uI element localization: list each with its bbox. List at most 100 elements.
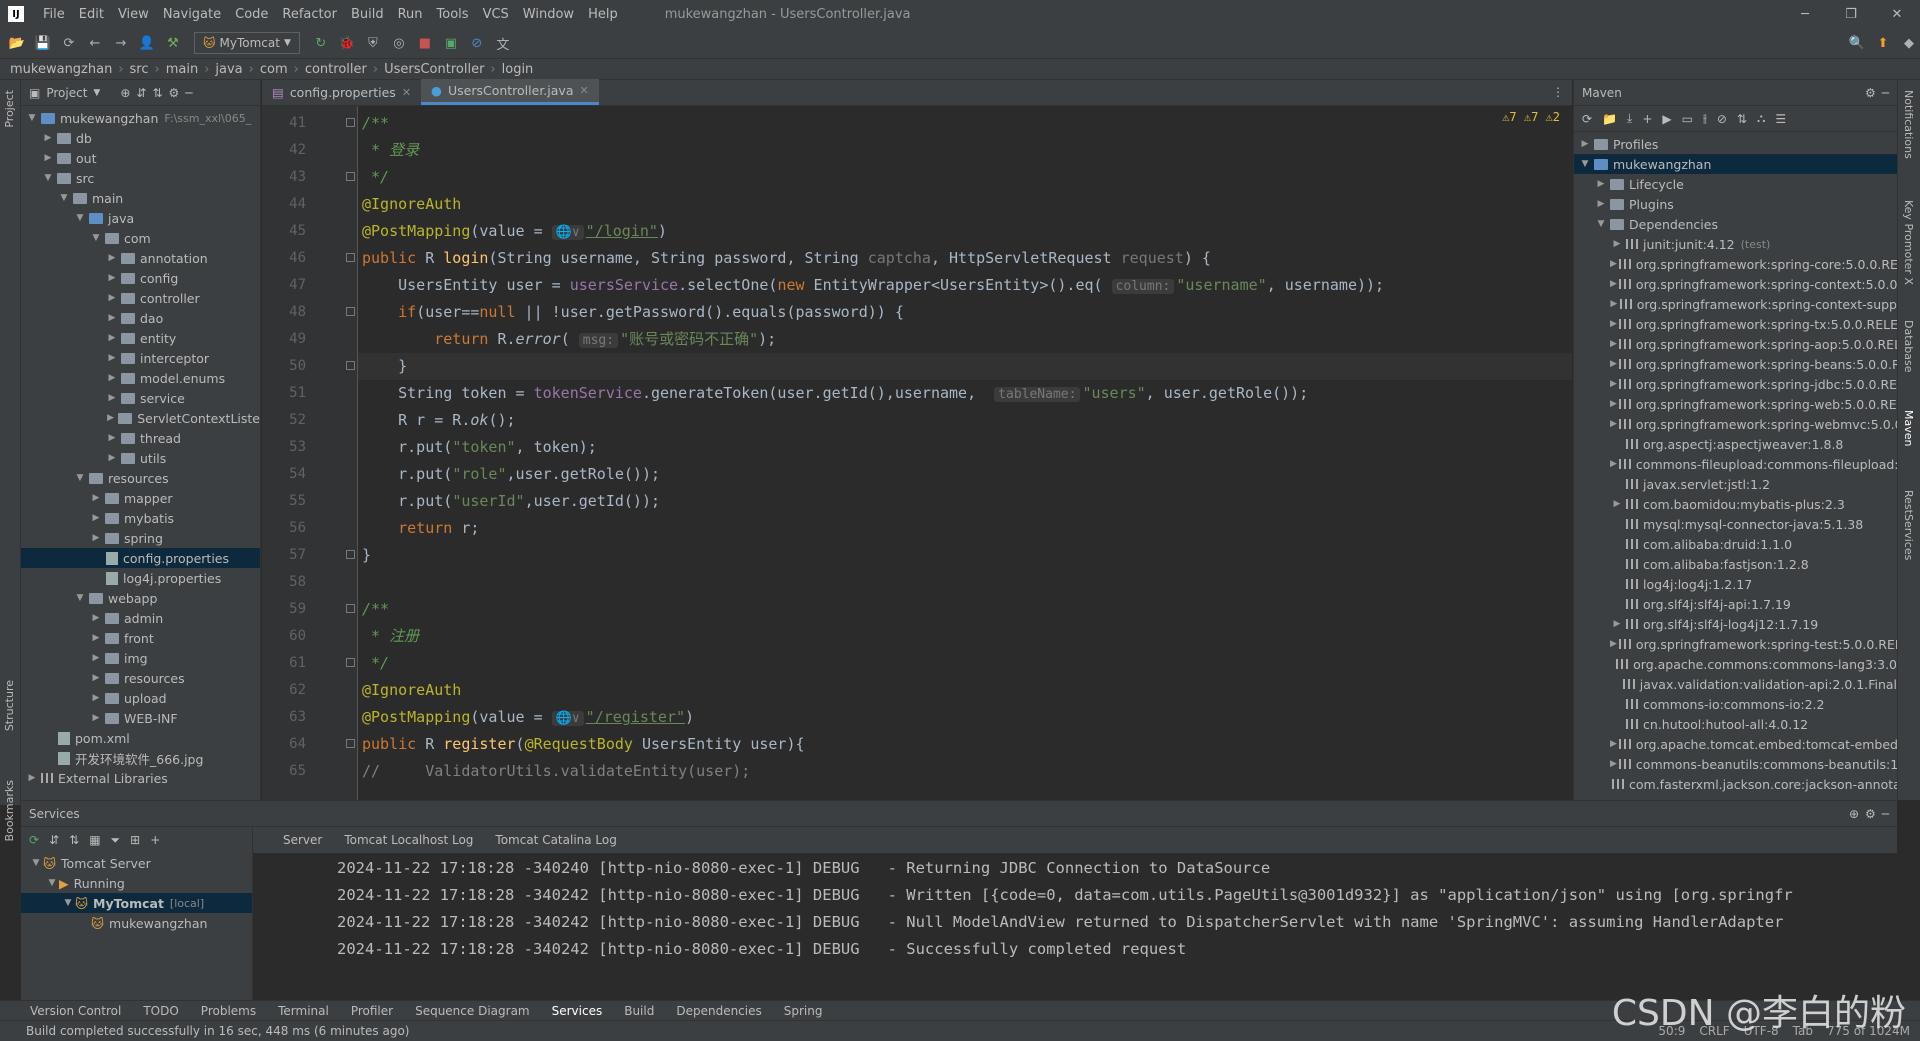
tree-node[interactable]: ▶ org.springframework:spring-beans:5.0.0.…	[1574, 354, 1897, 374]
code-line[interactable]: */	[362, 164, 389, 191]
server-log[interactable]: Server Tomcat Localhost Log Tomcat Catal…	[253, 827, 1897, 1000]
chevron-right-icon[interactable]: ▶	[1610, 239, 1624, 249]
tree-node[interactable]: ▼ com	[21, 228, 260, 248]
service-node[interactable]: ▼ 🐱 Tomcat Server	[21, 853, 252, 873]
menu-refactor[interactable]: Refactor	[275, 7, 344, 22]
plus-icon[interactable]: +	[1642, 112, 1652, 126]
tree-node[interactable]: ▶ Profiles	[1574, 134, 1897, 154]
chevron-right-icon[interactable]: ▶	[1594, 179, 1608, 189]
chevron-right-icon[interactable]: ▶	[89, 493, 103, 503]
gear-icon[interactable]: ⚙	[169, 86, 180, 100]
tree-node[interactable]: ▶ admin	[21, 608, 260, 628]
code-line[interactable]: public R register(@RequestBody UsersEnti…	[362, 731, 805, 758]
tree-node[interactable]: ▶ org.springframework:spring-context-supp	[1574, 294, 1897, 314]
tool-window-profiler[interactable]: Profiler	[351, 1004, 393, 1018]
code-line[interactable]: @IgnoreAuth	[362, 191, 461, 218]
fold-icon[interactable]	[346, 658, 355, 667]
chevron-down-icon[interactable]: ▼	[45, 878, 59, 888]
chevron-right-icon[interactable]: ▶	[1610, 339, 1617, 349]
menu-edit[interactable]: Edit	[72, 7, 111, 22]
tree-node[interactable]: ▶ org.springframework:spring-webmvc:5.0.0	[1574, 414, 1897, 434]
tab-tomcat-catalina-log[interactable]: Tomcat Catalina Log	[495, 833, 616, 847]
menu-help[interactable]: Help	[581, 7, 625, 22]
code-line[interactable]: /**	[362, 110, 389, 137]
menu-navigate[interactable]: Navigate	[156, 7, 228, 22]
tree-node[interactable]: ▶ resources	[21, 668, 260, 688]
update-icon[interactable]: ⬆	[1872, 32, 1894, 54]
code-line[interactable]: r.put("token", token);	[362, 434, 597, 461]
chevron-right-icon[interactable]: ▶	[1610, 459, 1617, 469]
tree-node[interactable]: ▶ controller	[21, 288, 260, 308]
restore-icon[interactable]: ❐	[1828, 7, 1874, 22]
tool-window-problems[interactable]: Problems	[201, 1004, 256, 1018]
run-icon[interactable]: ▶	[1662, 112, 1671, 126]
vcs-update-icon[interactable]: ▣	[440, 32, 462, 54]
breadcrumb-item[interactable]: UsersController	[384, 62, 484, 77]
skip-tests-icon[interactable]: ⊘	[1717, 112, 1727, 126]
breadcrumb-item[interactable]: mukewangzhan	[10, 62, 112, 77]
chevron-right-icon[interactable]: ▶	[89, 673, 103, 683]
close-icon[interactable]: ✕	[402, 86, 411, 99]
hide-icon[interactable]: ─	[1882, 86, 1889, 100]
tool-window-database[interactable]: Database	[1902, 320, 1915, 373]
chevron-right-icon[interactable]: ▶	[105, 413, 116, 423]
tree-node[interactable]: ▶ spring	[21, 528, 260, 548]
menu-vcs[interactable]: VCS	[476, 7, 516, 22]
fold-icon[interactable]	[346, 739, 355, 748]
tree-node[interactable]: ▶ entity	[21, 328, 260, 348]
chevron-right-icon[interactable]: ▶	[1610, 399, 1617, 409]
execute-goal-icon[interactable]: ▭	[1682, 112, 1693, 126]
chevron-down-icon[interactable]: ▼	[93, 88, 100, 98]
tool-window-project[interactable]: Project	[3, 90, 16, 128]
code-line[interactable]: UsersEntity user = usersService.selectOn…	[362, 272, 1384, 299]
chevron-down-icon[interactable]: ▼	[89, 233, 103, 243]
fold-icon[interactable]	[346, 550, 355, 559]
code-line[interactable]: if(user==null || !user.getPassword().equ…	[362, 299, 904, 326]
chevron-down-icon[interactable]: ▼	[25, 113, 39, 123]
tree-node[interactable]: ▶ Lifecycle	[1574, 174, 1897, 194]
code-line[interactable]: */	[362, 650, 389, 677]
fold-icon[interactable]	[346, 307, 355, 316]
chevron-right-icon[interactable]: ▶	[1610, 259, 1617, 269]
menu-file[interactable]: File	[36, 7, 72, 22]
expand-all-icon[interactable]: ⇵	[49, 833, 59, 847]
breadcrumb-item[interactable]: login	[502, 62, 534, 77]
sync-icon[interactable]: ⟳	[58, 32, 80, 54]
chevron-right-icon[interactable]: ▶	[89, 533, 103, 543]
back-icon[interactable]: ←	[84, 32, 106, 54]
tool-window-dependencies[interactable]: Dependencies	[676, 1004, 761, 1018]
chevron-down-icon[interactable]: ▼	[1594, 219, 1608, 229]
tool-window-version-control[interactable]: Version Control	[30, 1004, 121, 1018]
service-node[interactable]: ▼ 🐱 MyTomcat [local]	[21, 893, 252, 913]
chevron-right-icon[interactable]: ▶	[1578, 139, 1592, 149]
rerun-icon[interactable]: ↻	[310, 32, 332, 54]
profile-icon[interactable]: ◎	[388, 32, 410, 54]
chevron-right-icon[interactable]: ▶	[1610, 379, 1617, 389]
chevron-down-icon[interactable]: ▼	[73, 213, 87, 223]
code-line[interactable]: /**	[362, 596, 389, 623]
stop-icon[interactable]: ■	[414, 32, 436, 54]
tool-window-structure[interactable]: Structure	[3, 680, 16, 731]
fold-icon[interactable]	[346, 361, 355, 370]
code-line[interactable]: String token = tokenService.generateToke…	[362, 380, 1308, 407]
tree-node[interactable]: org.slf4j:slf4j-api:1.7.19	[1574, 594, 1897, 614]
chevron-right-icon[interactable]: ▶	[105, 393, 119, 403]
code-line[interactable]: return R.error( msg: "账号或密码不正确");	[362, 326, 776, 353]
save-icon[interactable]: 💾	[32, 32, 54, 54]
tree-node[interactable]: ▶ mapper	[21, 488, 260, 508]
run-configuration-select[interactable]: 🐱 MyTomcat ▼	[194, 32, 300, 54]
expand-all-icon[interactable]: ⇵	[136, 86, 146, 100]
chevron-down-icon[interactable]: ▼	[73, 593, 87, 603]
tree-node[interactable]: ▶ dao	[21, 308, 260, 328]
tree-node[interactable]: ▶ model.enums	[21, 368, 260, 388]
tree-node[interactable]: ▶ ServletContextListe	[21, 408, 260, 428]
menu-build[interactable]: Build	[344, 7, 391, 22]
tool-window-build[interactable]: Build	[624, 1004, 654, 1018]
tree-node[interactable]: ▼ mukewangzhan	[1574, 154, 1897, 174]
chevron-right-icon[interactable]: ▶	[105, 333, 119, 343]
chevron-right-icon[interactable]: ▶	[89, 693, 103, 703]
more-icon[interactable]: ⋮	[1544, 85, 1572, 105]
tool-window-todo[interactable]: TODO	[143, 1004, 178, 1018]
tree-node[interactable]: ▼ resources	[21, 468, 260, 488]
tree-node[interactable]: ▼ main	[21, 188, 260, 208]
